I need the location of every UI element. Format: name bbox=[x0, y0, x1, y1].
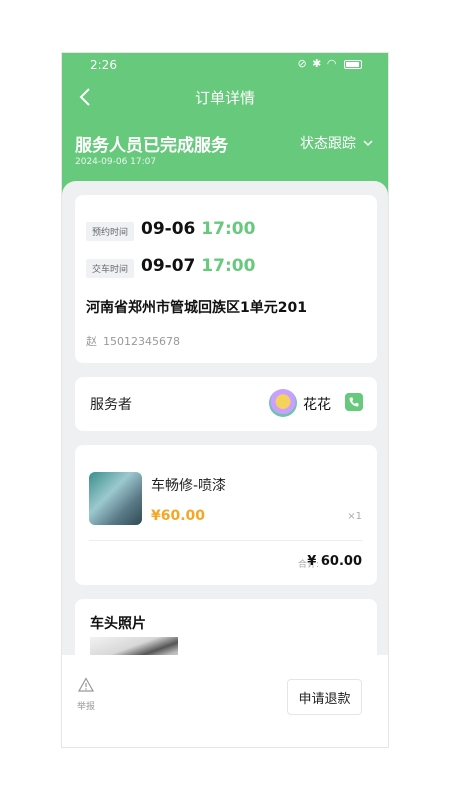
page-title: 订单详情 bbox=[194, 89, 255, 107]
bluetooth-icon: ✱ bbox=[312, 57, 323, 70]
wifi-icon: ◠ bbox=[326, 57, 338, 70]
nfc-icon: ⊘ bbox=[297, 57, 308, 70]
report-button[interactable]: 举报 bbox=[74, 677, 98, 712]
service-address: 河南省郑州市管城回族区1单元201 bbox=[86, 300, 307, 316]
provider-card: 服务者 花花 bbox=[75, 377, 377, 431]
status-time: 2:26 bbox=[90, 58, 117, 72]
booking-date: 09-06 bbox=[141, 219, 196, 239]
provider-label: 服务者 bbox=[90, 397, 132, 413]
delivery-datetime: 09-07 17:00 bbox=[141, 256, 255, 276]
chevron-down-icon bbox=[363, 140, 373, 147]
product-quantity: ×1 bbox=[347, 511, 362, 522]
bottom-bar: 举报 申请退款 bbox=[62, 655, 388, 747]
booking-time-tag: 预约时间 bbox=[86, 222, 135, 241]
report-label: 举报 bbox=[76, 702, 95, 712]
order-content: 预约时间 09-06 17:00 交车时间 09-07 17:00 河南省郑州市… bbox=[62, 181, 388, 689]
product-card[interactable]: 车畅修-喷漆 ¥60.00 ×1 合计: ¥ 60.00 bbox=[75, 445, 377, 585]
warning-icon bbox=[78, 677, 94, 692]
order-status-time: 2024-09-06 17:07 bbox=[75, 157, 157, 167]
divider bbox=[89, 540, 363, 541]
refund-button[interactable]: 申请退款 bbox=[287, 679, 362, 715]
status-icons: ⊘ ✱ ◠ bbox=[297, 57, 362, 70]
battery-icon bbox=[344, 59, 362, 69]
delivery-date: 09-07 bbox=[141, 256, 196, 276]
contact-phone: 15012345678 bbox=[103, 335, 180, 348]
status-tracking-button[interactable]: 状态跟踪 bbox=[300, 133, 374, 153]
delivery-time-tag: 交车时间 bbox=[86, 259, 135, 278]
product-image bbox=[89, 472, 142, 525]
appointment-card: 预约时间 09-06 17:00 交车时间 09-07 17:00 河南省郑州市… bbox=[75, 195, 377, 363]
contact-info: 赵 15012345678 bbox=[86, 333, 180, 349]
delivery-time: 17:00 bbox=[201, 256, 256, 276]
status-tracking-label: 状态跟踪 bbox=[300, 136, 356, 152]
product-price: ¥60.00 bbox=[151, 508, 206, 524]
total-value: ¥ 60.00 bbox=[307, 554, 362, 569]
phone-call-icon[interactable] bbox=[345, 393, 363, 411]
navbar: 订单详情 bbox=[62, 83, 388, 111]
order-status-title: 服务人员已完成服务 bbox=[75, 136, 228, 156]
status-bar: 2:26 ⊘ ✱ ◠ bbox=[62, 53, 388, 77]
front-photo-title: 车头照片 bbox=[90, 616, 146, 632]
booking-time: 17:00 bbox=[201, 219, 256, 239]
phone-screen: 2:26 ⊘ ✱ ◠ 订单详情 服务人员已完成服务 2024-09-06 17:… bbox=[61, 52, 389, 748]
booking-datetime: 09-06 17:00 bbox=[141, 219, 255, 239]
product-name: 车畅修-喷漆 bbox=[151, 478, 227, 494]
contact-name: 赵 bbox=[86, 335, 97, 348]
avatar bbox=[269, 389, 297, 417]
provider-name: 花花 bbox=[303, 397, 331, 413]
